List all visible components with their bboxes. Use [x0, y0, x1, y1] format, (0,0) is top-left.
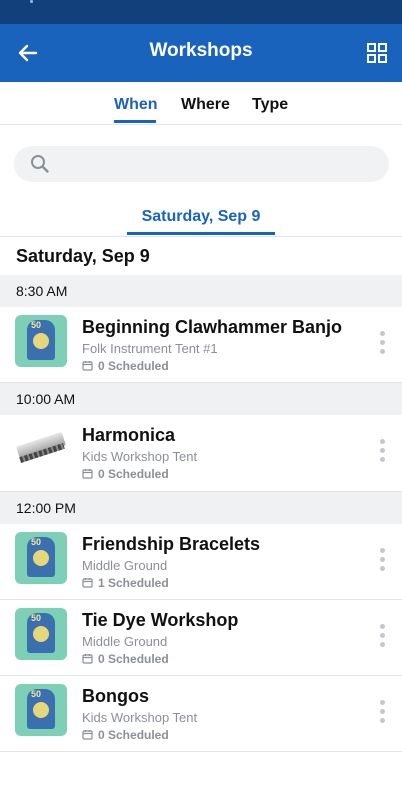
scheduled-count: 0 Scheduled: [82, 467, 169, 481]
scheduled-count: 1 Scheduled: [82, 576, 169, 590]
calendar-icon: [82, 654, 93, 664]
time-header: 10:00 AM: [0, 383, 402, 415]
date-tab-bar: Saturday, Sep 9: [0, 206, 402, 237]
day-heading: Saturday, Sep 9: [16, 246, 150, 266]
search-input[interactable]: [14, 146, 389, 182]
workshop-title: Harmonica: [82, 425, 176, 445]
time-header: 8:30 AM: [0, 275, 402, 307]
filter-tabs: When Where Type: [0, 82, 402, 125]
workshop-title: Beginning Clawhammer Banjo: [82, 317, 343, 337]
scheduled-count: 0 Scheduled: [82, 728, 169, 742]
more-options-icon[interactable]: [380, 624, 386, 648]
list-item[interactable]: 50 Bongos Kids Workshop Tent 0 Scheduled: [0, 676, 402, 752]
tab-when[interactable]: When: [114, 96, 158, 114]
more-options-icon[interactable]: [380, 700, 386, 724]
app-bar: Workshops: [0, 24, 402, 82]
list-item[interactable]: 50 Tie Dye Workshop Middle Ground 0 Sche…: [0, 600, 402, 676]
calendar-icon: [82, 578, 93, 588]
tab-where[interactable]: Where: [181, 96, 230, 114]
date-tab-saturday[interactable]: Saturday, Sep 9: [0, 208, 402, 226]
workshop-title: Tie Dye Workshop: [82, 610, 239, 630]
calendar-icon: [82, 361, 93, 371]
list-item[interactable]: 50 Beginning Clawhammer Banjo Folk Instr…: [0, 307, 402, 383]
page-title: Workshops: [149, 40, 253, 61]
more-options-icon[interactable]: [380, 439, 386, 463]
grid-view-icon[interactable]: [366, 42, 388, 64]
festival-poster-thumbnail: 50: [15, 315, 67, 367]
workshop-title: Friendship Bracelets: [82, 534, 261, 554]
festival-poster-thumbnail: 50: [15, 684, 67, 736]
scheduled-count: 0 Scheduled: [82, 359, 169, 373]
list-item[interactable]: Harmonica Kids Workshop Tent 0 Scheduled: [0, 415, 402, 492]
harmonica-thumbnail: [15, 423, 67, 475]
workshop-location: Kids Workshop Tent: [82, 710, 198, 725]
tab-indicator: [114, 120, 156, 123]
workshop-title: Bongos: [82, 686, 149, 706]
festival-poster-thumbnail: 50: [15, 608, 67, 660]
workshop-location: Middle Ground: [82, 634, 168, 649]
workshop-location: Folk Instrument Tent #1: [82, 341, 218, 356]
tab-type[interactable]: Type: [252, 96, 288, 114]
calendar-icon: [82, 469, 93, 479]
more-options-icon[interactable]: [380, 548, 386, 572]
list-item[interactable]: 50 Friendship Bracelets Middle Ground 1 …: [0, 524, 402, 600]
workshop-location: Middle Ground: [82, 558, 168, 573]
more-options-icon[interactable]: [380, 331, 386, 355]
festival-poster-thumbnail: 50: [15, 532, 67, 584]
scheduled-count: 0 Scheduled: [82, 652, 169, 666]
search-icon: [31, 155, 49, 173]
calendar-icon: [82, 730, 93, 740]
status-bar: [0, 0, 402, 24]
time-header: 12:00 PM: [0, 492, 402, 524]
date-tab-indicator: [127, 232, 275, 235]
status-icon: [30, 0, 33, 3]
workshop-location: Kids Workshop Tent: [82, 449, 198, 464]
